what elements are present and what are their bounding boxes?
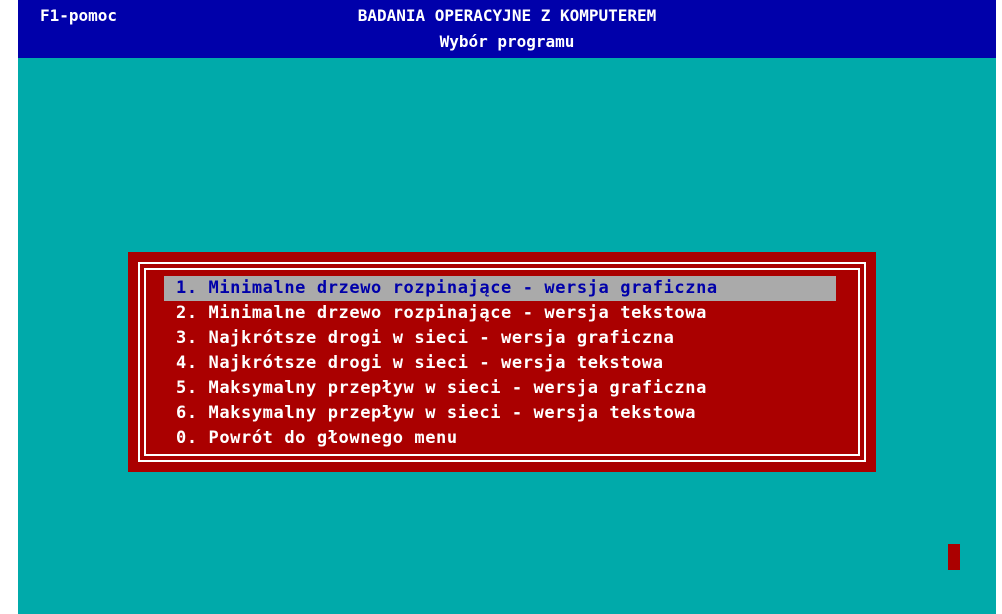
app-title: BADANIA OPERACYJNE Z KOMPUTEREM	[357, 6, 657, 25]
menu-item-3-shortest-paths-graphic[interactable]: 3. Najkrótsze drogi w sieci - wersja gra…	[164, 326, 836, 351]
dos-screen: F1-pomoc BADANIA OPERACYJNE Z KOMPUTEREM…	[18, 0, 996, 614]
program-menu-list: 1. Minimalne drzewo rozpinające - wersja…	[164, 276, 836, 451]
screen-subtitle: Wybór programu	[439, 32, 575, 51]
text-cursor-block	[948, 544, 960, 570]
menu-item-6-max-flow-text[interactable]: 6. Maksymalny przepływ w sieci - wersja …	[164, 401, 836, 426]
header-bar: F1-pomoc BADANIA OPERACYJNE Z KOMPUTEREM…	[18, 0, 996, 58]
menu-item-0-return-main-menu[interactable]: 0. Powrót do głownego menu	[164, 426, 836, 451]
menu-item-2-mst-text[interactable]: 2. Minimalne drzewo rozpinające - wersja…	[164, 301, 836, 326]
menu-item-1-mst-graphic[interactable]: 1. Minimalne drzewo rozpinające - wersja…	[164, 276, 836, 301]
menu-item-4-shortest-paths-text[interactable]: 4. Najkrótsze drogi w sieci - wersja tek…	[164, 351, 836, 376]
menu-item-5-max-flow-graphic[interactable]: 5. Maksymalny przepływ w sieci - wersja …	[164, 376, 836, 401]
program-menu-box: 1. Minimalne drzewo rozpinające - wersja…	[128, 252, 876, 472]
